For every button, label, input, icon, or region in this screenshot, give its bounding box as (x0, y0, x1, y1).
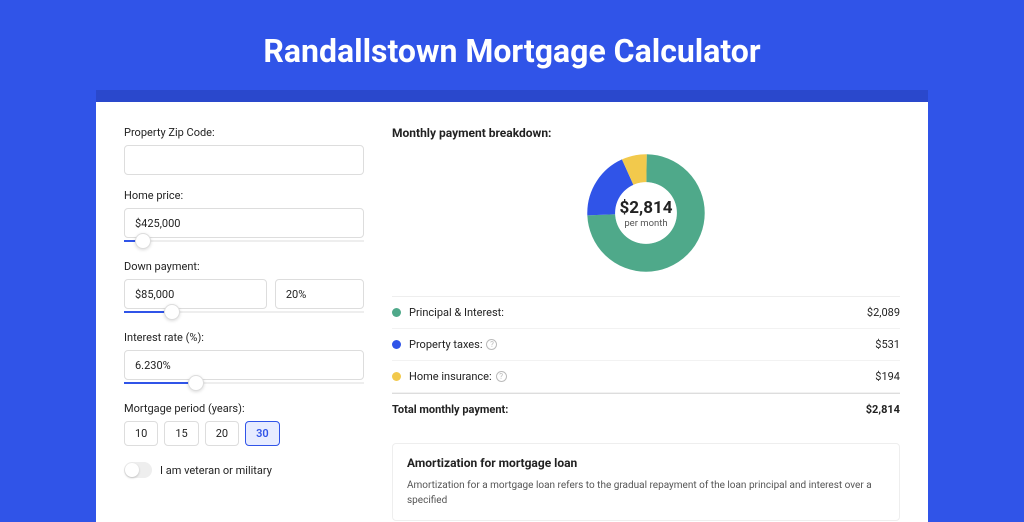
down-amount-input[interactable] (124, 279, 267, 309)
card-shadow (96, 90, 928, 102)
breakdown-column: Monthly payment breakdown: $2,814 per mo… (392, 126, 900, 498)
price-slider[interactable] (124, 236, 364, 246)
price-label: Home price: (124, 189, 364, 202)
inputs-column: Property Zip Code: Home price: Down paym… (124, 126, 364, 498)
period-label: Mortgage period (years): (124, 402, 364, 415)
legend-value-total: $2,814 (866, 403, 900, 416)
dot-principal (392, 308, 401, 317)
down-label: Down payment: (124, 260, 364, 273)
page-title: Randallstown Mortgage Calculator (0, 0, 1024, 90)
amortization-title: Amortization for mortgage loan (407, 456, 885, 470)
legend-row-principal: Principal & Interest: $2,089 (392, 297, 900, 329)
zip-label: Property Zip Code: (124, 126, 364, 139)
legend-label-insurance: Home insurance: ? (409, 370, 875, 383)
veteran-toggle-knob (125, 463, 139, 477)
donut-amount: $2,814 (620, 198, 673, 218)
help-icon[interactable]: ? (496, 371, 507, 382)
price-field: Home price: (124, 189, 364, 246)
zip-input[interactable] (124, 145, 364, 175)
rate-slider-thumb[interactable] (188, 375, 204, 391)
period-option-30[interactable]: 30 (245, 421, 280, 446)
rate-field: Interest rate (%): (124, 331, 364, 388)
legend: Principal & Interest: $2,089 Property ta… (392, 296, 900, 425)
legend-row-total: Total monthly payment: $2,814 (392, 393, 900, 425)
price-input[interactable] (124, 208, 364, 238)
donut-sub: per month (624, 218, 667, 229)
legend-value-taxes: $531 (875, 338, 900, 351)
rate-input[interactable] (124, 350, 364, 380)
rate-label: Interest rate (%): (124, 331, 364, 344)
rate-slider[interactable] (124, 378, 364, 388)
veteran-label: I am veteran or military (160, 464, 272, 477)
help-icon[interactable]: ? (486, 339, 497, 350)
legend-label-taxes: Property taxes: ? (409, 338, 875, 351)
down-pct-input[interactable] (275, 279, 364, 309)
donut-chart: $2,814 per month (587, 154, 705, 272)
legend-row-insurance: Home insurance: ? $194 (392, 361, 900, 393)
period-option-10[interactable]: 10 (124, 421, 158, 446)
amortization-box: Amortization for mortgage loan Amortizat… (392, 443, 900, 521)
dot-taxes (392, 340, 401, 349)
legend-label-total: Total monthly payment: (392, 403, 866, 416)
dot-insurance (392, 372, 401, 381)
zip-field: Property Zip Code: (124, 126, 364, 175)
price-slider-thumb[interactable] (135, 233, 151, 249)
legend-value-insurance: $194 (875, 370, 900, 383)
down-slider-thumb[interactable] (164, 304, 180, 320)
period-field: Mortgage period (years): 10 15 20 30 (124, 402, 364, 446)
legend-value-principal: $2,089 (867, 306, 900, 319)
donut-center: $2,814 per month (587, 154, 705, 272)
down-slider[interactable] (124, 307, 364, 317)
legend-row-taxes: Property taxes: ? $531 (392, 329, 900, 361)
period-options: 10 15 20 30 (124, 421, 364, 446)
amortization-text: Amortization for a mortgage loan refers … (407, 478, 885, 508)
donut-container: $2,814 per month (392, 154, 900, 272)
veteran-row: I am veteran or military (124, 462, 364, 478)
period-option-15[interactable]: 15 (164, 421, 198, 446)
period-option-20[interactable]: 20 (205, 421, 239, 446)
calculator-card: Property Zip Code: Home price: Down paym… (96, 102, 928, 522)
veteran-toggle[interactable] (124, 462, 152, 478)
down-field: Down payment: (124, 260, 364, 317)
breakdown-title: Monthly payment breakdown: (392, 126, 900, 140)
legend-label-principal: Principal & Interest: (409, 306, 867, 319)
